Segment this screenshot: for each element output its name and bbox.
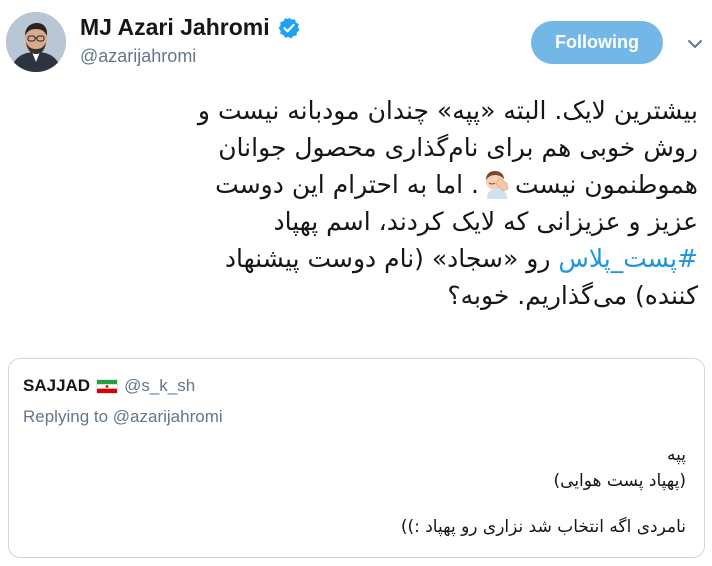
quoted-display-name[interactable]: SAJJAD (23, 376, 90, 396)
replying-mention-link[interactable]: @azarijahromi (113, 407, 223, 426)
display-name[interactable]: MJ Azari Jahromi (80, 14, 270, 41)
author-name-row: MJ Azari Jahromi (80, 14, 301, 41)
quoted-line: نامردی اگه انتخاب شد نزاری رو پهپاد :)) (400, 517, 686, 537)
tweet-line-part: . اما به احترام این دوست (215, 170, 479, 199)
tweet-line: کننده) می‌گذاریم. خوبه؟ (447, 281, 698, 310)
tweet-header: MJ Azari Jahromi @azarijahromi Following (0, 0, 712, 80)
tweet-line: روش خوبی هم برای نام‌گذاری محصول جوانان (218, 133, 698, 162)
following-button[interactable]: Following (531, 21, 663, 64)
verified-badge-icon (277, 16, 301, 40)
hashtag-link[interactable]: #پست_پلاس (558, 244, 698, 273)
tweet-line: بیشترین لایک. البته «پپه» چندان مودبانه … (197, 96, 698, 125)
quoted-tweet-header: SAJJAD @s_k_sh (23, 376, 195, 396)
tweet-line: هموطنمون نیست . اما به احترام این دوست (8, 166, 698, 203)
tweet-line-part: هموطنمون نیست (514, 170, 698, 199)
replying-to: Replying to @azarijahromi (23, 407, 223, 427)
quoted-line: (پهپاد پست هوایی) (553, 471, 686, 491)
tweet-line-part: رو «سجاد» (نام دوست پیشنهاد (224, 244, 559, 273)
tweet-line: عزیز و عزیزانی که لایک کردند، اسم پهپاد (273, 207, 698, 236)
facepalm-emoji-icon (482, 169, 512, 199)
iran-flag-icon (96, 378, 119, 394)
chevron-down-icon[interactable] (684, 33, 706, 55)
avatar[interactable] (6, 12, 66, 72)
tweet-text: بیشترین لایک. البته «پپه» چندان مودبانه … (8, 92, 698, 314)
avatar-image (6, 12, 66, 72)
quoted-tweet[interactable]: SAJJAD @s_k_sh Replying to @azarijahromi… (8, 358, 705, 558)
quoted-handle[interactable]: @s_k_sh (124, 376, 195, 396)
quoted-line: پپه (667, 445, 686, 465)
author-handle[interactable]: @azarijahromi (80, 46, 196, 67)
replying-prefix: Replying to (23, 407, 113, 426)
tweet-line: #پست_پلاس رو «سجاد» (نام دوست پیشنهاد (8, 240, 698, 277)
